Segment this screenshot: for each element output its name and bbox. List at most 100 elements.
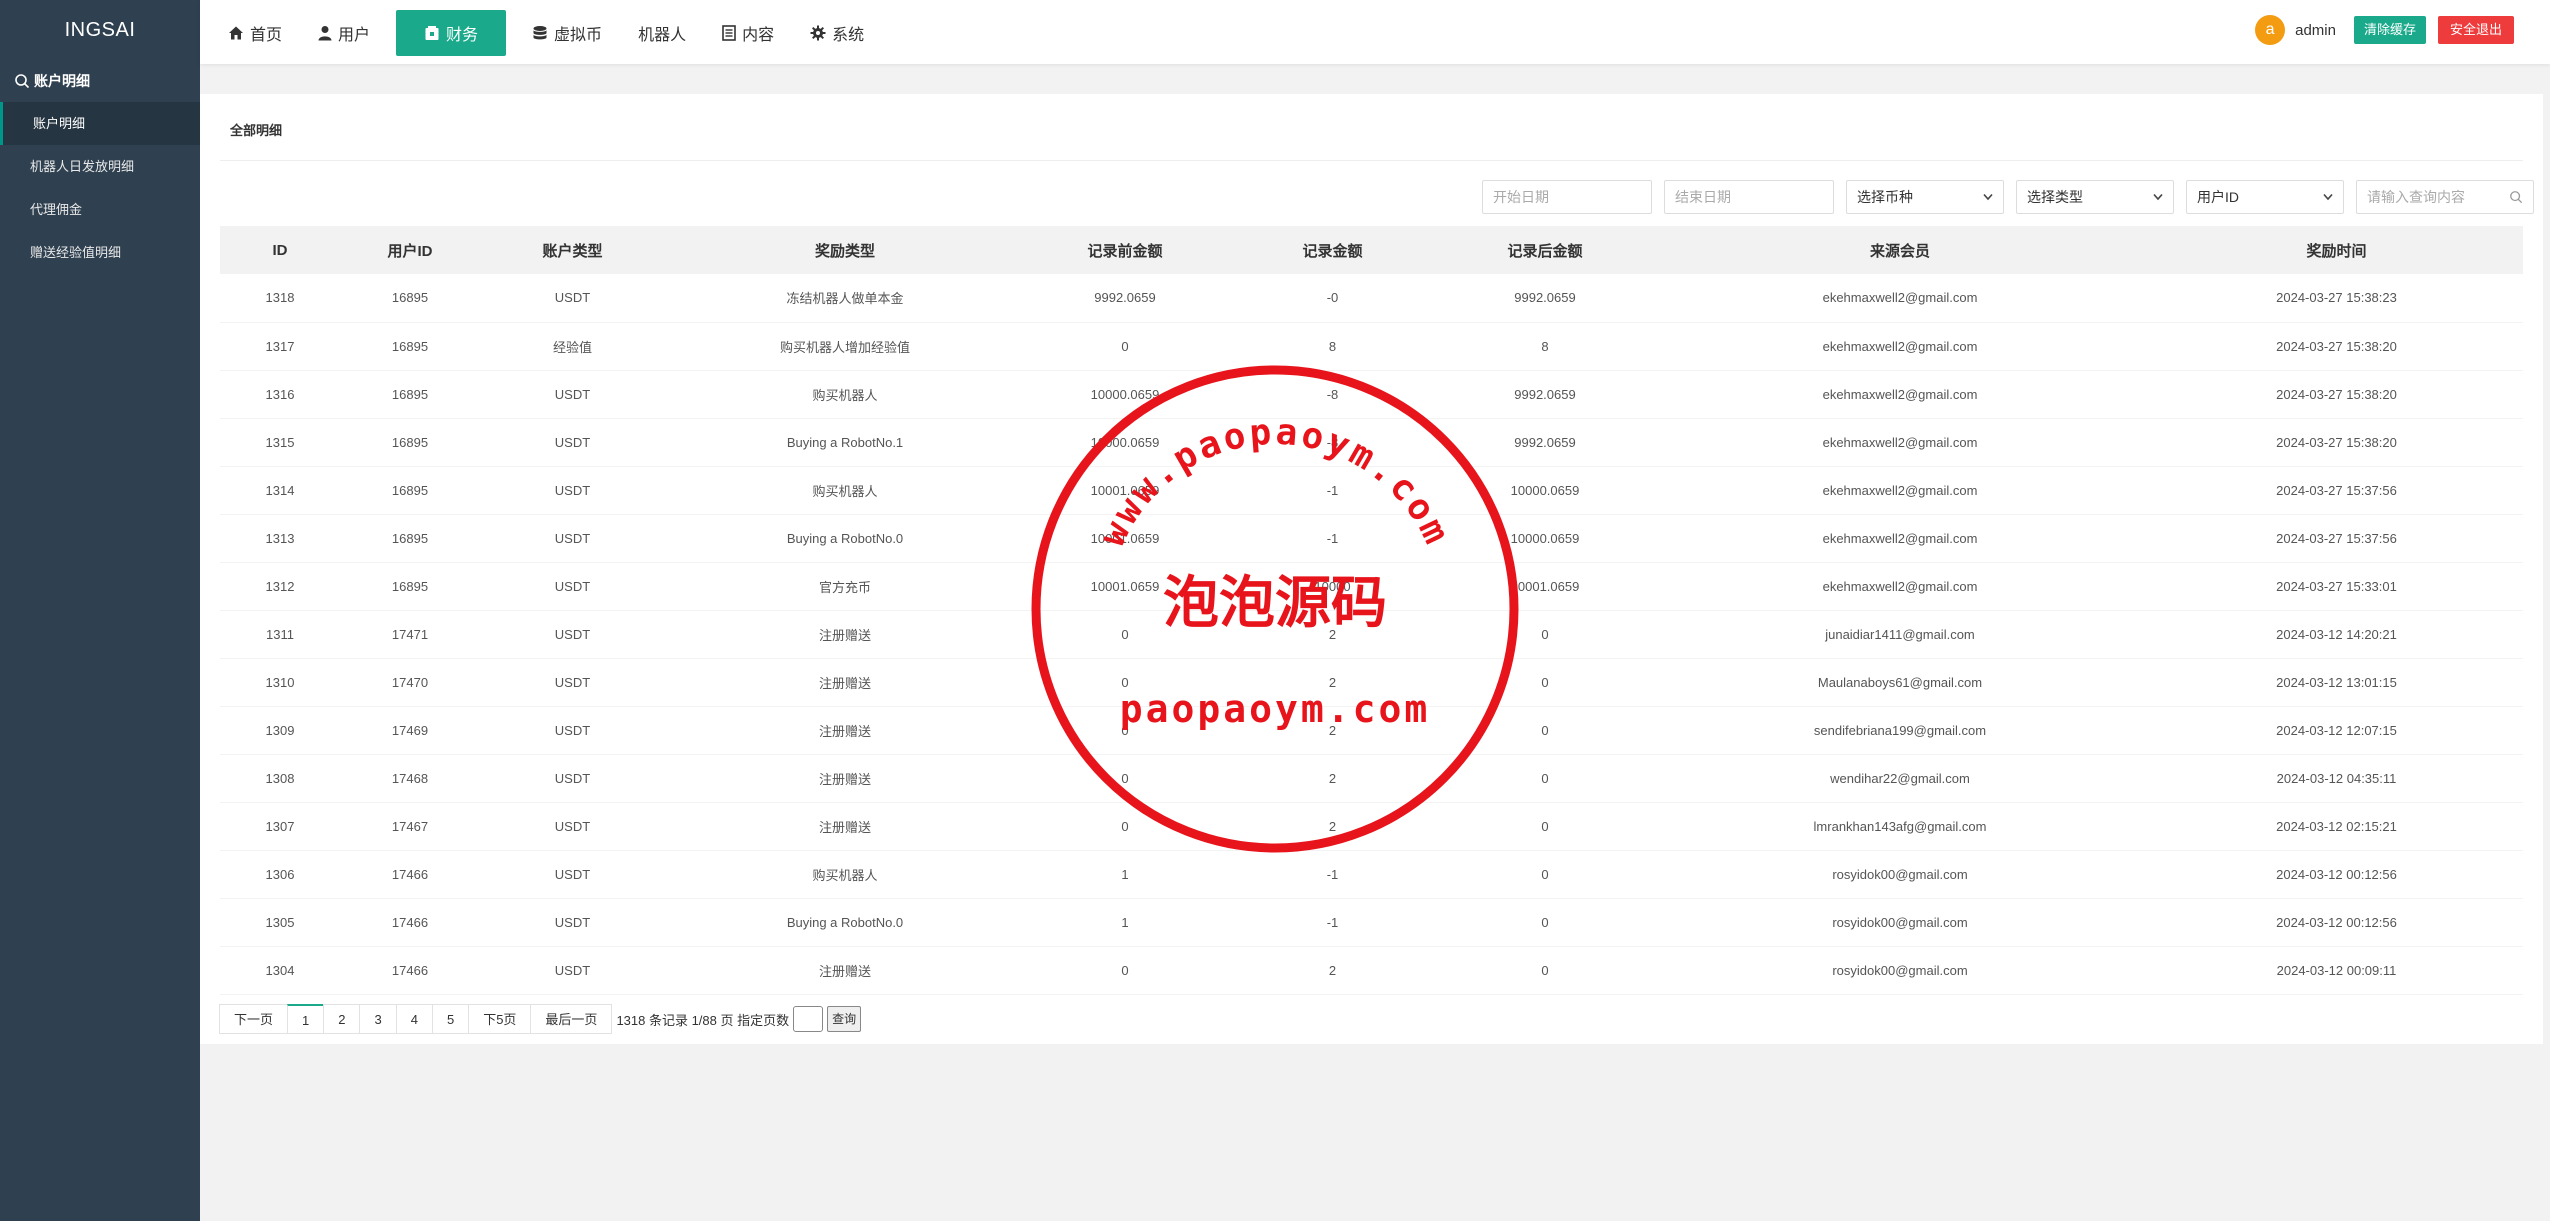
nav-home[interactable]: 首页 (210, 10, 300, 56)
table-cell: 17471 (340, 610, 480, 659)
search-input[interactable]: 请输入查询内容 (2356, 180, 2534, 214)
table-cell: 1315 (220, 418, 340, 467)
table-cell: ekehmaxwell2@gmail.com (1650, 370, 2150, 419)
nav-system[interactable]: 系统 (792, 10, 882, 56)
end-date-input[interactable]: 结束日期 (1664, 180, 1834, 214)
table-cell: 2024-03-12 13:01:15 (2150, 658, 2523, 707)
sidebar-item-robot-daily[interactable]: 机器人日发放明细 (0, 145, 200, 188)
pagination-info-text: 1318 条记录 1/88 页 指定页数 (616, 1012, 790, 1028)
table-cell: USDT (480, 514, 665, 563)
logout-button[interactable]: 安全退出 (2437, 16, 2514, 44)
table-cell: 1316 (220, 370, 340, 419)
page-2-button[interactable]: 2 (323, 1004, 361, 1034)
page-5-button[interactable]: 5 (431, 1004, 470, 1034)
table-cell: 2024-03-12 04:35:11 (2150, 754, 2523, 803)
table-cell: USDT (480, 946, 665, 995)
table-cell: 1310 (220, 658, 340, 707)
table-cell: 注册赠送 (665, 658, 1025, 707)
search-placeholder: 请输入查询内容 (2367, 189, 2465, 205)
table-cell: 1317 (220, 322, 340, 371)
nav-user[interactable]: 用户 (300, 10, 388, 56)
table-cell: 注册赠送 (665, 754, 1025, 803)
search-icon (15, 74, 30, 89)
column-header: 奖励类型 (665, 226, 1025, 274)
nav-system-label: 系统 (832, 27, 865, 44)
nav-content[interactable]: 内容 (704, 10, 792, 56)
sidebar-item-account-detail[interactable]: 账户明细 (0, 102, 200, 145)
sidebar-section-header[interactable]: 账户明细 (0, 60, 200, 102)
nav-robot[interactable]: 机器人 (620, 10, 704, 56)
page-4-button[interactable]: 4 (395, 1004, 433, 1034)
search-icon[interactable] (2509, 190, 2523, 204)
table-cell: Buying a RobotNo.1 (665, 418, 1025, 467)
table-cell: USDT (480, 658, 665, 707)
table-cell: 注册赠送 (665, 802, 1025, 851)
chevron-down-icon (2323, 193, 2333, 201)
table-cell: USDT (480, 706, 665, 755)
column-header: ID (220, 226, 340, 274)
nav-home-label: 首页 (250, 27, 283, 44)
table-cell: 2024-03-27 15:33:01 (2150, 562, 2523, 611)
table-cell: 1313 (220, 514, 340, 563)
start-date-input[interactable]: 开始日期 (1482, 180, 1652, 214)
filter-bar: 开始日期 结束日期 选择币种 选择类型 用户ID 请输入查询内容 (1470, 180, 2534, 214)
type-select-value: 选择类型 (2027, 189, 2083, 205)
table-cell: ekehmaxwell2@gmail.com (1650, 274, 2150, 323)
table-cell: 2024-03-27 15:38:20 (2150, 322, 2523, 371)
nav-content-label: 内容 (742, 27, 775, 44)
sidebar-item-bonus-exp[interactable]: 赠送经验值明细 (0, 231, 200, 274)
table-cell: 17466 (340, 850, 480, 899)
table-cell: 2024-03-12 00:09:11 (2150, 946, 2523, 995)
page-jump-button[interactable]: 查询 (827, 1006, 862, 1032)
currency-select[interactable]: 选择币种 (1846, 180, 2004, 214)
table-cell: 1 (1025, 850, 1225, 899)
table-cell: USDT (480, 754, 665, 803)
avatar[interactable]: a (2255, 15, 2286, 45)
table-cell: 冻结机器人做单本金 (665, 274, 1025, 323)
table-row: 1317 16895 经验值 购买机器人增加经验值 0 8 8 ekehmaxwell2@gm… (220, 322, 2523, 371)
user-field-select[interactable]: 用户ID (2186, 180, 2344, 214)
database-icon (533, 26, 547, 40)
clear-cache-button[interactable]: 清除缓存 (2353, 16, 2426, 44)
table-cell: wendihar22@gmail.com (1650, 754, 2150, 803)
table-row: 1305 17466 USDT Buying a RobotNo.0 1 -1 0 rosyi… (220, 898, 2523, 947)
page-3-button[interactable]: 3 (359, 1004, 397, 1034)
prev-page-button[interactable]: 下一页 (219, 1004, 289, 1034)
nav-finance[interactable]: 财务 (396, 10, 507, 56)
table-cell: 17466 (340, 898, 480, 947)
table-cell: 2024-03-12 02:15:21 (2150, 802, 2523, 851)
table-cell: 经验值 (480, 322, 665, 371)
table-cell: 购买机器人增加经验值 (665, 322, 1025, 371)
nav-finance-label: 财务 (446, 27, 479, 44)
admin-name[interactable]: admin (2295, 22, 2336, 39)
table-cell: 17467 (340, 802, 480, 851)
sidebar-item-agent-commission[interactable]: 代理佣金 (0, 188, 200, 231)
table-cell: 1307 (220, 802, 340, 851)
page-1-button[interactable]: 1 (287, 1004, 325, 1034)
document-icon (722, 25, 736, 41)
pagination-info: 1318 条记录 1/88 页 指定页数 查询 (616, 1006, 862, 1032)
column-header: 来源会员 (1650, 226, 2150, 274)
user-area: a admin 清除缓存 安全退出 (2255, 15, 2514, 45)
user-field-select-value: 用户ID (2197, 189, 2239, 205)
table-cell: USDT (480, 562, 665, 611)
chevron-down-icon (1983, 193, 1993, 201)
table-cell: 17468 (340, 754, 480, 803)
table-cell: sendifebriana199@gmail.com (1650, 706, 2150, 755)
table-cell: Buying a RobotNo.0 (665, 514, 1025, 563)
table-cell: -1 (1225, 898, 1440, 947)
table-cell: 8 (1225, 322, 1440, 371)
nav-crypto[interactable]: 虚拟币 (514, 10, 620, 56)
last-page-button[interactable]: 最后一页 (530, 1004, 613, 1034)
page-jump-input[interactable] (793, 1006, 824, 1032)
user-icon (318, 26, 332, 41)
currency-select-value: 选择币种 (1857, 189, 1913, 205)
next-5-pages-button[interactable]: 下5页 (468, 1004, 532, 1034)
table-cell: ekehmaxwell2@gmail.com (1650, 562, 2150, 611)
table-cell: 注册赠送 (665, 610, 1025, 659)
table-row: 1318 16895 USDT 冻结机器人做单本金 9992.0659 -0 9992.06… (220, 274, 2523, 323)
type-select[interactable]: 选择类型 (2016, 180, 2174, 214)
table-cell: 2 (1225, 946, 1440, 995)
table-cell: 16895 (340, 514, 480, 563)
table-cell: ekehmaxwell2@gmail.com (1650, 418, 2150, 467)
